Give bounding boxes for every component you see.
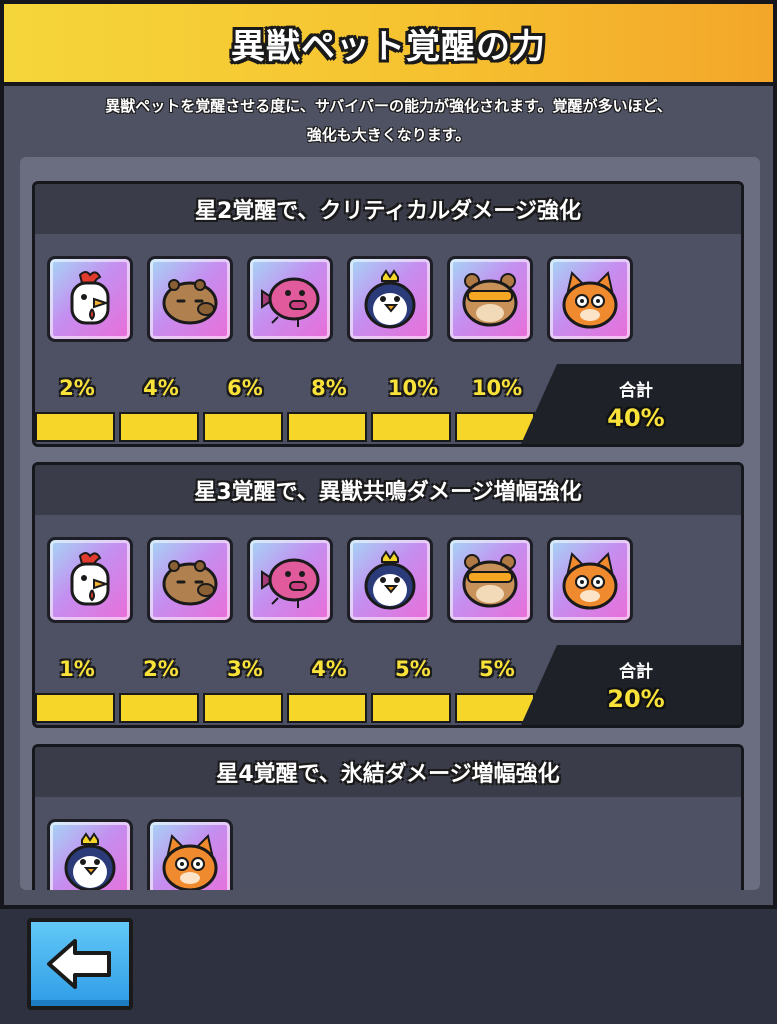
penguin-icon[interactable] — [347, 537, 433, 623]
percent-value: 5% — [479, 657, 515, 681]
total-value: 40% — [607, 404, 665, 432]
total-box: 合計 20% — [521, 645, 741, 725]
bar-segment — [287, 693, 367, 723]
description: 異獣ペットを覚醒させる度に、サバイバーの能力が強化されます。覚醒が多いほど、 強… — [14, 92, 763, 150]
title-bar: 異獣ペット覚醒の力 — [4, 4, 773, 86]
percent-value: 10% — [387, 376, 439, 400]
total-label: 合計 — [619, 662, 653, 682]
pet-list — [47, 256, 633, 342]
card-heading: 星2覚醒で、クリティカルダメージ強化 — [35, 184, 741, 234]
pet-list — [47, 537, 633, 623]
cat-icon[interactable] — [147, 819, 233, 890]
arrow-left-icon — [47, 939, 111, 989]
bar-segment — [371, 412, 451, 442]
description-line: 強化も大きくなります。 — [306, 126, 471, 144]
rooster-icon[interactable] — [47, 256, 133, 342]
rooster-icon[interactable] — [47, 537, 133, 623]
capybara-icon[interactable] — [147, 256, 233, 342]
total-value: 20% — [607, 685, 665, 713]
percent-value: 5% — [395, 657, 431, 681]
fish-icon[interactable] — [247, 256, 333, 342]
stats-row: 2% 4% 6% 8% 10% 10% 合計 40% — [35, 364, 741, 444]
total-label: 合計 — [619, 381, 653, 401]
back-button[interactable] — [27, 918, 133, 1010]
cards-scroll-area[interactable]: 星2覚醒で、クリティカルダメージ強化 2% 4% 6% 8% 10% 10% 合… — [20, 157, 760, 890]
cat-icon[interactable] — [547, 537, 633, 623]
card-heading: 星4覚醒で、氷結ダメージ増幅強化 — [35, 747, 741, 797]
awakening-card: 星4覚醒で、氷結ダメージ増幅強化 — [32, 744, 744, 890]
bar-segment — [371, 693, 451, 723]
bar-segment — [455, 412, 535, 442]
progress-bar — [35, 412, 535, 442]
bar-segment — [35, 693, 115, 723]
stats-row: 1% 2% 3% 4% 5% 5% 合計 20% — [35, 645, 741, 725]
progress-bar — [35, 693, 535, 723]
bar-segment — [203, 412, 283, 442]
bar-segment — [287, 412, 367, 442]
page-title: 異獣ペット覚醒の力 — [231, 26, 546, 67]
percent-value: 2% — [59, 376, 95, 400]
total-box: 合計 40% — [521, 364, 741, 444]
bar-segment — [203, 693, 283, 723]
hamster-icon[interactable] — [447, 537, 533, 623]
cat-icon[interactable] — [547, 256, 633, 342]
description-line: 異獣ペットを覚醒させる度に、サバイバーの能力が強化されます。覚醒が多いほど、 — [105, 97, 672, 115]
bar-segment — [35, 412, 115, 442]
percent-value: 3% — [227, 657, 263, 681]
percent-value: 10% — [471, 376, 523, 400]
bar-segment — [119, 693, 199, 723]
pet-list — [47, 819, 233, 890]
awakening-card: 星2覚醒で、クリティカルダメージ強化 2% 4% 6% 8% 10% 10% 合… — [32, 181, 744, 447]
percent-value: 8% — [311, 376, 347, 400]
fish-icon[interactable] — [247, 537, 333, 623]
penguin-icon[interactable] — [47, 819, 133, 890]
percent-value: 4% — [143, 376, 179, 400]
percent-value: 1% — [59, 657, 95, 681]
card-heading: 星3覚醒で、異獣共鳴ダメージ増幅強化 — [35, 465, 741, 515]
percent-value: 2% — [143, 657, 179, 681]
percent-value: 6% — [227, 376, 263, 400]
hamster-icon[interactable] — [447, 256, 533, 342]
awakening-card: 星3覚醒で、異獣共鳴ダメージ増幅強化 1% 2% 3% 4% 5% 5% 合計 … — [32, 462, 744, 728]
bar-segment — [119, 412, 199, 442]
capybara-icon[interactable] — [147, 537, 233, 623]
penguin-icon[interactable] — [347, 256, 433, 342]
bar-segment — [455, 693, 535, 723]
percent-value: 4% — [311, 657, 347, 681]
